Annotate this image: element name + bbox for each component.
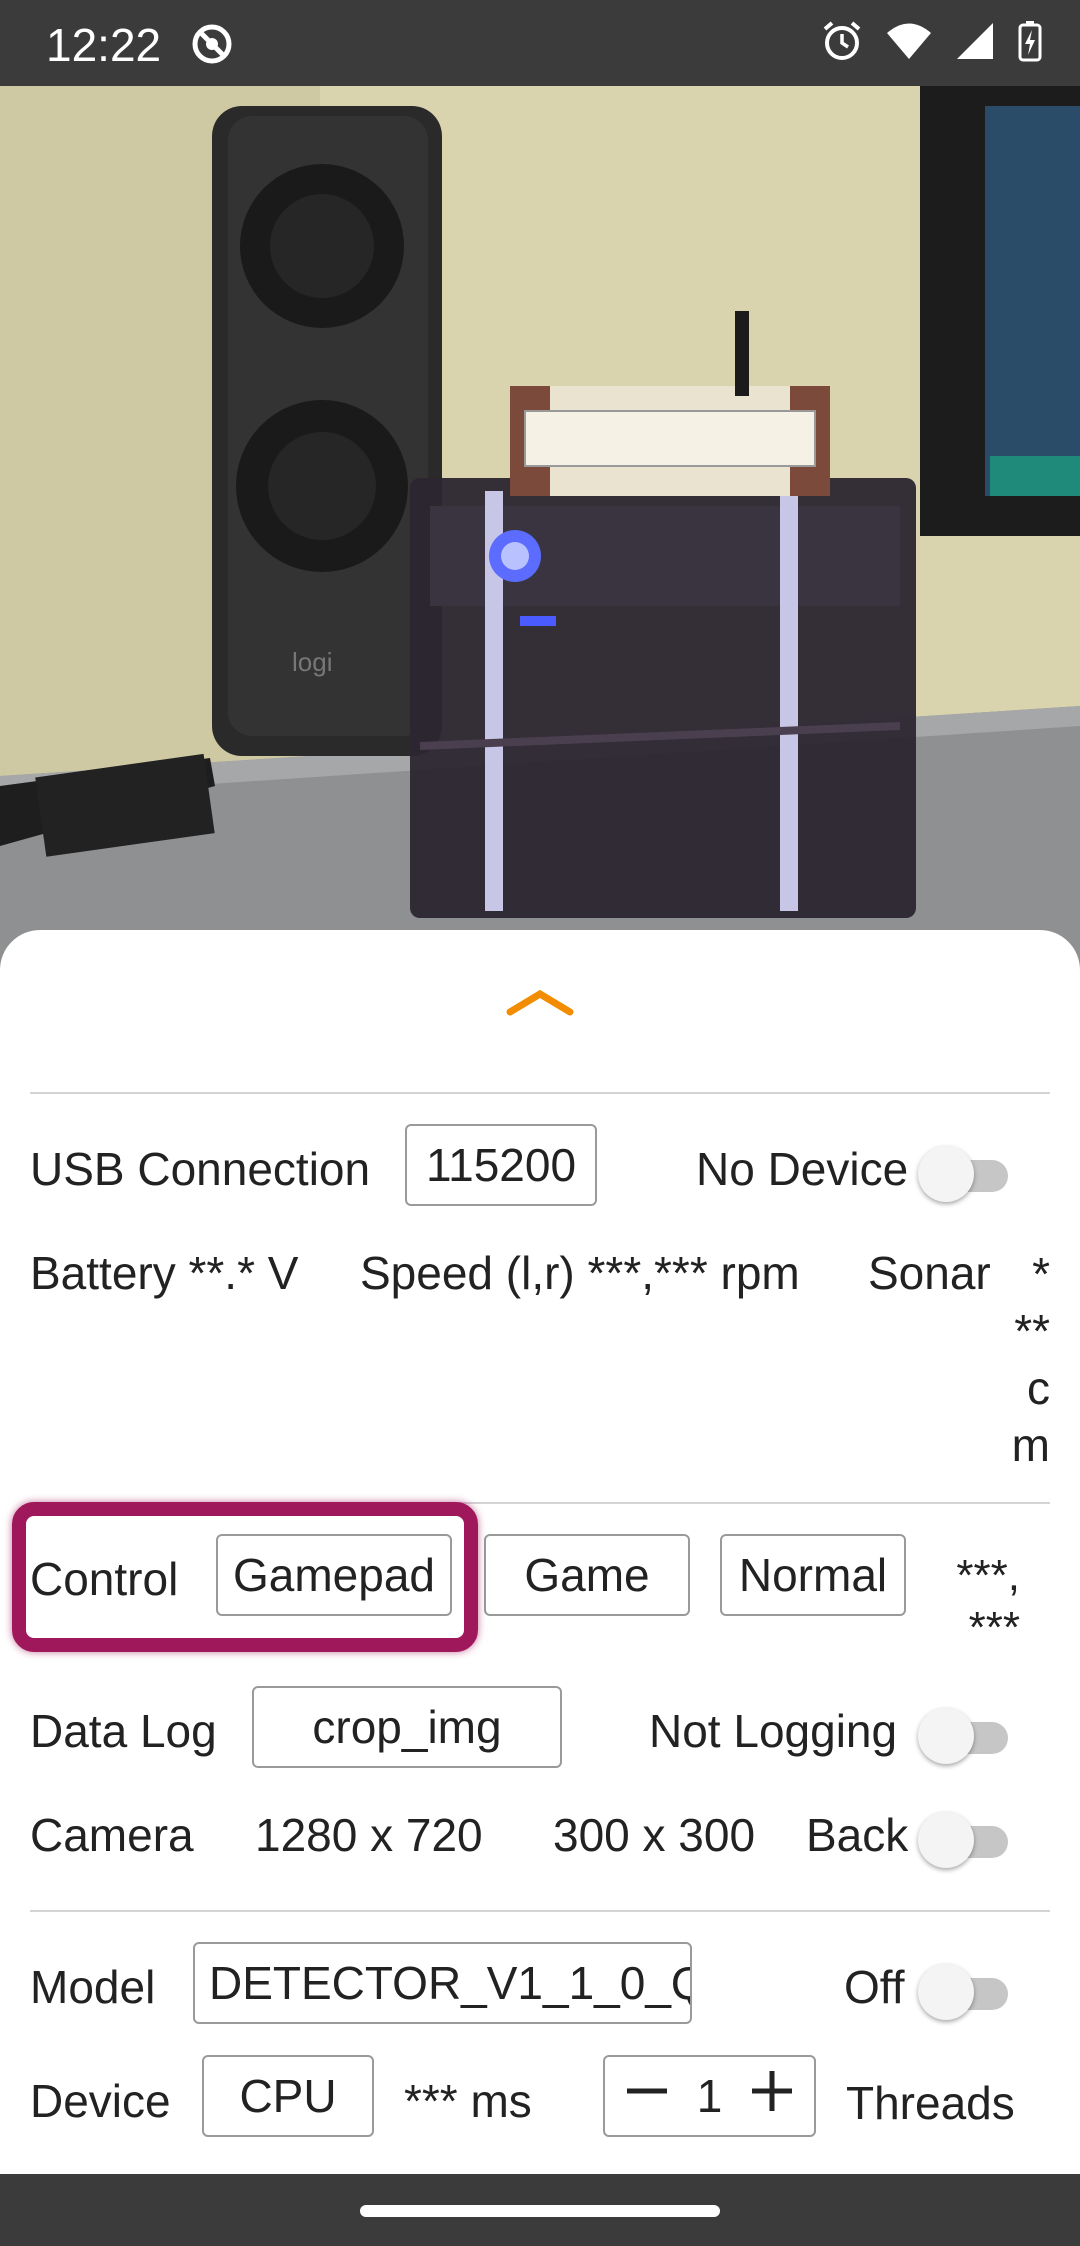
data-log-dropdown[interactable]: crop_img [252, 1686, 562, 1768]
sonar-value-line: * [1032, 1248, 1050, 1300]
camera-facing-label: Back [806, 1809, 909, 1861]
model-dropdown[interactable]: DETECTOR_V1_1_0_Q [193, 1942, 692, 2024]
cell-signal-icon [956, 22, 994, 65]
sonar-value-line: ** [1014, 1305, 1050, 1357]
status-bar: 12:22 [0, 0, 1080, 86]
sonar-value-line: c [1027, 1362, 1050, 1414]
drive-mode-dropdown[interactable]: Game [484, 1534, 690, 1616]
inference-latency: *** ms [404, 2075, 532, 2127]
do-not-disturb-icon [190, 22, 234, 71]
usb-status-label: No Device [696, 1143, 909, 1195]
model-label: Model [30, 1961, 156, 2013]
camera-preview-image: logi [0, 86, 1080, 986]
threads-label: Threads [846, 2077, 1015, 2129]
sonar-value-line: m [1011, 1419, 1050, 1471]
device-dropdown[interactable]: CPU [202, 2055, 374, 2137]
camera-resolution: 1280 x 720 [255, 1809, 483, 1861]
speed-label: Speed (l,r) ***,*** rpm [360, 1247, 800, 1299]
home-gesture-pill[interactable] [360, 2205, 720, 2217]
status-time: 12:22 [46, 19, 162, 71]
baud-rate-dropdown[interactable]: 115200 [405, 1124, 597, 1206]
device-label: Device [30, 2075, 171, 2127]
usb-connection-label: USB Connection [30, 1143, 371, 1195]
plus-icon[interactable] [750, 2069, 794, 2124]
camera-preview: logi [0, 86, 1080, 986]
model-toggle[interactable] [918, 1962, 1022, 2022]
threads-stepper: 1 [603, 2055, 816, 2137]
svg-text:logi: logi [292, 647, 332, 677]
usb-connection-toggle[interactable] [918, 1144, 1022, 1204]
battery-charging-icon [1018, 20, 1042, 67]
divider [30, 1092, 1050, 1094]
logging-toggle[interactable] [918, 1706, 1022, 1766]
data-log-label: Data Log [30, 1705, 217, 1757]
model-status-label: Off [844, 1961, 905, 2013]
control-value-line: *** [968, 1603, 1020, 1652]
navigation-bar [0, 2174, 1080, 2246]
alarm-icon [822, 20, 862, 67]
speed-mode-dropdown[interactable]: Normal [720, 1534, 906, 1616]
sonar-label: Sonar [868, 1247, 991, 1299]
battery-label: Battery **.* V [30, 1247, 299, 1299]
minus-icon[interactable] [625, 2069, 669, 2124]
control-values: ***, *** [930, 1550, 1020, 1654]
logging-status-label: Not Logging [649, 1705, 898, 1757]
divider [30, 1910, 1050, 1912]
control-value-line: ***, [956, 1551, 1020, 1600]
wifi-icon [886, 22, 932, 65]
highlight-box [12, 1502, 478, 1652]
threads-value: 1 [696, 2070, 723, 2122]
camera-crop-size: 300 x 300 [553, 1809, 756, 1861]
chevron-up-icon[interactable] [504, 982, 576, 1027]
camera-label: Camera [30, 1809, 194, 1861]
sonar-value: * ** c m [990, 1246, 1050, 1474]
camera-facing-toggle[interactable] [918, 1810, 1022, 1870]
